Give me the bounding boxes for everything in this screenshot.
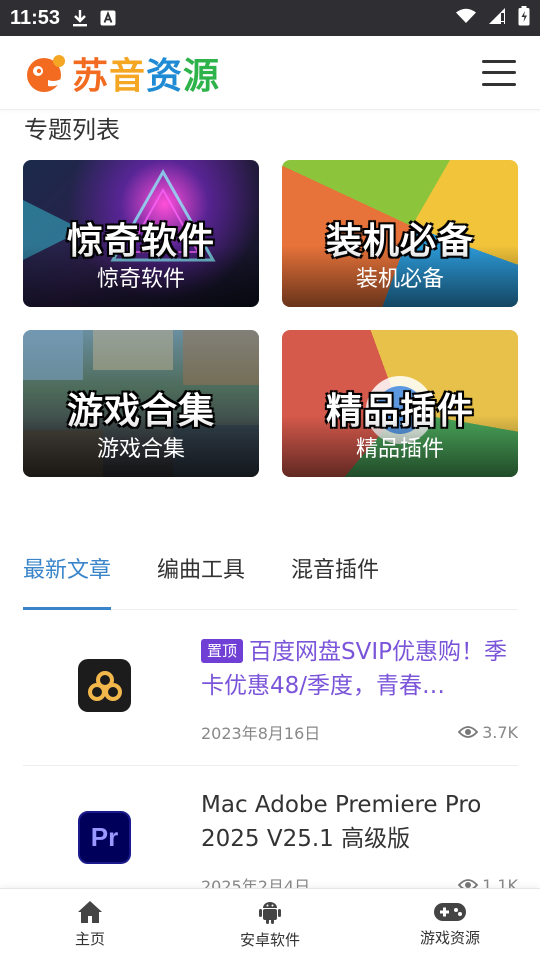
brand-name: 苏 音 资 源	[72, 47, 220, 99]
wifi-icon	[456, 8, 476, 28]
nav-label: 安卓软件	[239, 931, 300, 949]
home-icon	[78, 901, 102, 923]
nav-label: 游戏资源	[419, 929, 480, 947]
article-views: 3.7K	[458, 720, 518, 744]
topic-card-label: 惊奇软件	[96, 267, 185, 292]
eye-icon	[458, 726, 479, 738]
topic-card[interactable]: 惊奇软件 惊奇软件	[23, 160, 259, 307]
app-header: 苏 音 资 源	[0, 36, 540, 110]
article-item[interactable]: 置顶 百度网盘SVIP优惠购！季卡优惠48/季度，青春… 2023年8月16日 3…	[23, 611, 518, 766]
brand-char: 苏	[72, 55, 110, 97]
tab-arrangement-tools[interactable]: 编曲工具	[157, 540, 245, 609]
premiere-pro-icon: Pr	[78, 811, 131, 864]
hamburger-menu-icon[interactable]	[482, 59, 516, 86]
pinned-badge: 置顶	[201, 639, 244, 663]
gamepad-icon	[434, 903, 466, 921]
tab-mixing-plugins[interactable]: 混音插件	[291, 540, 379, 609]
nav-game-resources[interactable]: 游戏资源	[360, 889, 540, 960]
baidu-netdisk-icon	[78, 659, 131, 712]
nav-label: 主页	[74, 930, 105, 948]
notification-app-icon	[100, 10, 116, 26]
nav-android-software[interactable]: 安卓软件	[180, 889, 360, 960]
article-title: 置顶 百度网盘SVIP优惠购！季卡优惠48/季度，青春…	[201, 635, 511, 703]
topic-card-label: 精品插件	[355, 437, 444, 462]
brand-char: 资	[146, 55, 184, 97]
premiere-pro-icon-text: Pr	[90, 822, 119, 852]
brand-char: 音	[109, 55, 147, 97]
bottom-navigation: 主页 安卓软件 游戏资源	[0, 888, 540, 960]
topic-card[interactable]: 装机必备 装机必备	[282, 160, 518, 307]
article-date: 2023年8月16日	[201, 724, 321, 743]
topic-card[interactable]: 精品插件 精品插件	[282, 330, 518, 477]
article-tabs: 最新文章 编曲工具 混音插件	[23, 540, 518, 610]
article-title: Mac Adobe Premiere Pro 2025 V25.1 高级版	[201, 788, 511, 856]
tab-latest-articles[interactable]: 最新文章	[23, 540, 112, 610]
topic-card-label: 游戏合集	[96, 437, 185, 462]
topic-card-label: 装机必备	[355, 267, 444, 292]
article-meta: 2023年8月16日 3.7K	[201, 720, 518, 744]
download-icon	[72, 9, 88, 27]
brand-logo[interactable]: 苏 音 资 源	[24, 47, 220, 99]
logo-mark-icon	[27, 54, 65, 92]
battery-icon	[518, 6, 530, 30]
nav-home[interactable]: 主页	[0, 889, 180, 960]
brand-char: 源	[183, 55, 221, 97]
signal-icon	[488, 7, 506, 29]
article-title-text: Mac Adobe Premiere Pro 2025 V25.1 高级版	[201, 792, 482, 852]
section-title: 专题列表	[24, 116, 120, 144]
status-time: 11:53	[10, 6, 61, 29]
android-icon	[259, 902, 281, 924]
article-view-count: 3.7K	[482, 722, 518, 742]
article-title-text: 百度网盘SVIP优惠购！季卡优惠48/季度，青春…	[201, 639, 508, 699]
topic-card[interactable]: 游戏合集 游戏合集	[23, 330, 259, 477]
status-bar: 11:53	[0, 0, 540, 36]
